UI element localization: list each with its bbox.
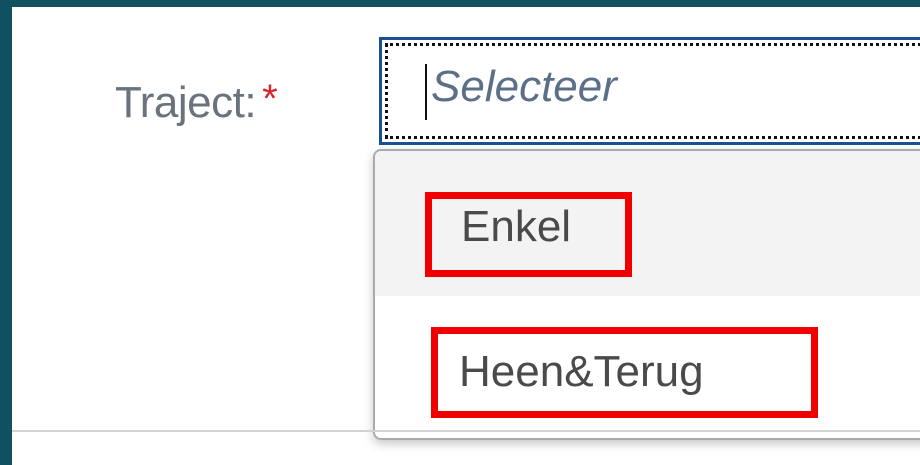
bottom-divider [12,430,920,432]
select-placeholder: Selecteer [431,62,617,111]
traject-options-dropdown: Enkel Heen&Terug [373,149,920,440]
highlight-box-heen-terug [431,327,818,418]
traject-select[interactable]: Selecteer [379,37,920,145]
traject-label-group: Traject: * [115,68,278,138]
form-panel: Traject: * Selecteer Enkel Heen&Terug [12,7,920,465]
highlight-box-enkel [425,192,632,277]
option-heen-terug[interactable]: Heen&Terug [375,296,920,438]
required-star: * [262,76,278,121]
text-caret [425,64,427,120]
option-enkel[interactable]: Enkel [375,151,920,296]
traject-label: Traject: [115,78,257,127]
